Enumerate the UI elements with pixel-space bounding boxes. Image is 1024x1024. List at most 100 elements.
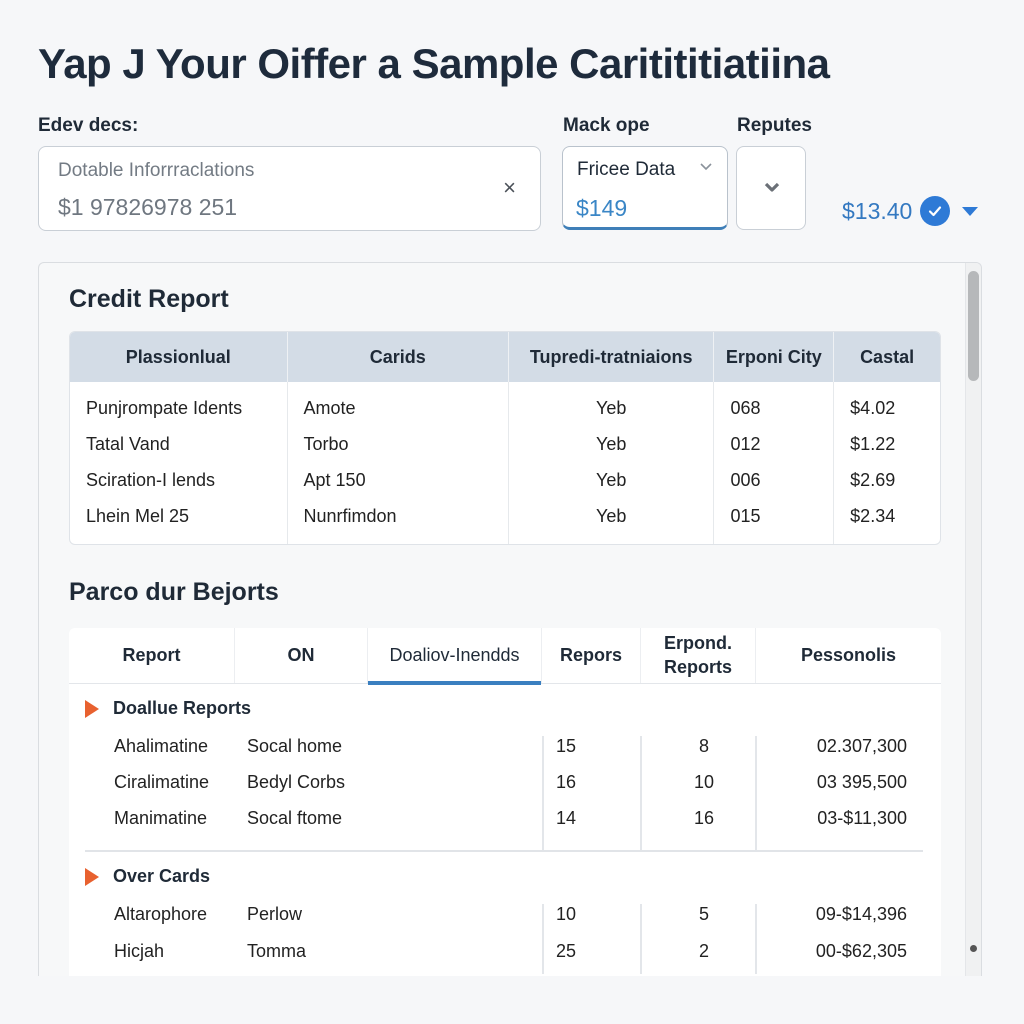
expand-triangle-icon	[85, 699, 99, 718]
tab-erpond-reports[interactable]: Erpond. Reports	[641, 628, 756, 683]
cell: Bedyl Corbs	[247, 772, 346, 792]
group-header-doallue-reports[interactable]: Doallue Reports	[85, 698, 251, 719]
cell: 00-$62,305	[815, 941, 907, 961]
cell: Hicjah	[114, 941, 165, 961]
cell: 03-$11,300	[817, 808, 907, 828]
caret-down-icon[interactable]	[962, 206, 979, 216]
cell: 03 395,500	[816, 772, 907, 792]
cell: Altarophore	[114, 904, 208, 924]
reputes-dropdown-button[interactable]	[736, 146, 806, 230]
tab-report[interactable]: Report	[69, 628, 235, 683]
select-value: $149	[576, 195, 628, 221]
table-cell: Nunrfimdon	[288, 498, 509, 544]
search-input-placeholder: Dotable Inforrraclations	[58, 160, 255, 181]
cell: Socal ftome	[247, 808, 343, 828]
table-cell: Lhein Mel 25	[70, 498, 288, 544]
list-item[interactable]: Ahalimatine Socal home 15 8 02.307,300	[69, 728, 941, 764]
table-cell: $2.34	[850, 505, 896, 526]
reports-tabs: Report ON Doaliov-Inendds Repors Erpond.…	[69, 628, 941, 685]
scroll-indicator-dot	[970, 945, 977, 952]
tab-repors[interactable]: Repors	[542, 628, 641, 683]
table-cell: 068	[714, 382, 835, 426]
table-cell: Apt 150	[288, 462, 509, 498]
reports-tabs-container: Report ON Doaliov-Inendds Repors Erpond.…	[69, 628, 941, 976]
select-label: Fricee Data	[577, 159, 676, 180]
group-name: Over Cards	[113, 866, 211, 886]
field1-label: Edev decs:	[38, 115, 139, 136]
check-circle-icon	[920, 196, 951, 226]
table-cell: 015	[714, 498, 835, 544]
reports-section-title: Parco dur Bejorts	[69, 578, 279, 606]
scrollbar[interactable]	[965, 263, 981, 976]
column-header[interactable]: Plassionlual	[70, 332, 288, 382]
list-item[interactable]: Manimatine Socal ftome 14 16 03-$11,300	[69, 800, 941, 836]
search-input[interactable]: Dotable Inforrraclations $1 97826978 251…	[38, 146, 541, 231]
credit-report-title: Credit Report	[69, 285, 229, 313]
table-cell: 012	[714, 426, 835, 462]
close-icon[interactable]: ×	[503, 177, 516, 199]
table-cell: Yeb	[509, 462, 715, 498]
cell: 09-$14,396	[815, 904, 907, 924]
table-cell: Yeb	[509, 426, 715, 462]
group-header-over-cards[interactable]: Over Cards	[85, 866, 210, 887]
table-cell: $2.69	[850, 469, 896, 490]
cell: Socal home	[247, 736, 343, 756]
field3-label: Reputes	[737, 115, 812, 136]
cell: Tomma	[247, 941, 307, 961]
price-data-select[interactable]: Fricee Data $149	[562, 146, 728, 230]
cell: Manimatine	[114, 808, 208, 828]
list-item[interactable]: Ciralimatine Bedyl Corbs 16 10 03 395,50…	[69, 764, 941, 800]
table-cell: $1.22	[850, 433, 896, 454]
table-header-row: Plassionlual Carids Tupredi-tratniaions …	[70, 332, 940, 382]
group-divider	[85, 850, 923, 852]
table-cell: Yeb	[509, 382, 715, 426]
tab-pessonolis[interactable]: Pessonolis	[756, 628, 941, 683]
price-amount: $13.40	[842, 197, 913, 224]
table-cell: Amote	[288, 382, 509, 426]
table-cell: Sciration-I lends	[70, 462, 288, 498]
tab-doaliov-inendds[interactable]: Doaliov-Inendds	[368, 628, 542, 685]
column-header[interactable]: Erponi City	[714, 332, 835, 382]
table-row: Tatal Vand Torbo Yeb 012 $1.22	[70, 426, 940, 462]
cell: Ahalimatine	[114, 736, 209, 756]
column-header[interactable]: Castal	[834, 332, 940, 382]
chevron-down-icon	[764, 180, 780, 194]
expand-triangle-icon	[85, 867, 99, 886]
cell: 16	[693, 808, 715, 828]
cell: 2	[698, 941, 709, 961]
table-cell: Punjrompate Idents	[70, 382, 288, 426]
group-name: Doallue Reports	[113, 698, 252, 718]
cell: 15	[556, 736, 577, 756]
chevron-down-icon	[699, 159, 713, 176]
table-cell: Tatal Vand	[70, 426, 288, 462]
price-badge[interactable]: $13.40	[842, 196, 979, 226]
cell: Ciralimatine	[114, 772, 210, 792]
table-cell: 006	[714, 462, 835, 498]
page-title: Yap J Your Oiffer a Sample Caritititiati…	[38, 40, 830, 87]
cell: 25	[556, 941, 577, 961]
list-item[interactable]: Hicjah Tomma 25 2 00-$62,305	[69, 933, 941, 969]
reports-panel: Credit Report Plassionlual Carids Tupred…	[38, 262, 982, 976]
cell: 10	[556, 904, 577, 924]
credit-report-table: Plassionlual Carids Tupredi-tratniaions …	[69, 331, 941, 545]
table-row: Lhein Mel 25 Nunrfimdon Yeb 015 $2.34	[70, 498, 940, 544]
table-row: Punjrompate Idents Amote Yeb 068 $4.02	[70, 382, 940, 426]
table-cell: Yeb	[509, 498, 715, 544]
tab-on[interactable]: ON	[235, 628, 368, 683]
column-header[interactable]: Carids	[287, 332, 509, 382]
table-row: Sciration-I lends Apt 150 Yeb 006 $2.69	[70, 462, 940, 498]
table-cell: Torbo	[288, 426, 509, 462]
scrollbar-thumb[interactable]	[968, 271, 979, 381]
column-header[interactable]: Tupredi-tratniaions	[509, 332, 715, 382]
cell: 10	[693, 772, 715, 792]
list-item[interactable]: Altarophore Perlow 10 5 09-$14,396	[69, 896, 941, 932]
search-input-value: $1 97826978 251	[58, 194, 238, 220]
cell: 5	[698, 904, 709, 924]
cell: 16	[556, 772, 577, 792]
field2-label: Mack ope	[563, 115, 650, 136]
table-cell: $4.02	[850, 397, 896, 418]
cell: 02.307,300	[816, 736, 907, 756]
cell: 8	[698, 736, 709, 756]
cell: 14	[556, 808, 577, 828]
cell: Perlow	[247, 904, 303, 924]
